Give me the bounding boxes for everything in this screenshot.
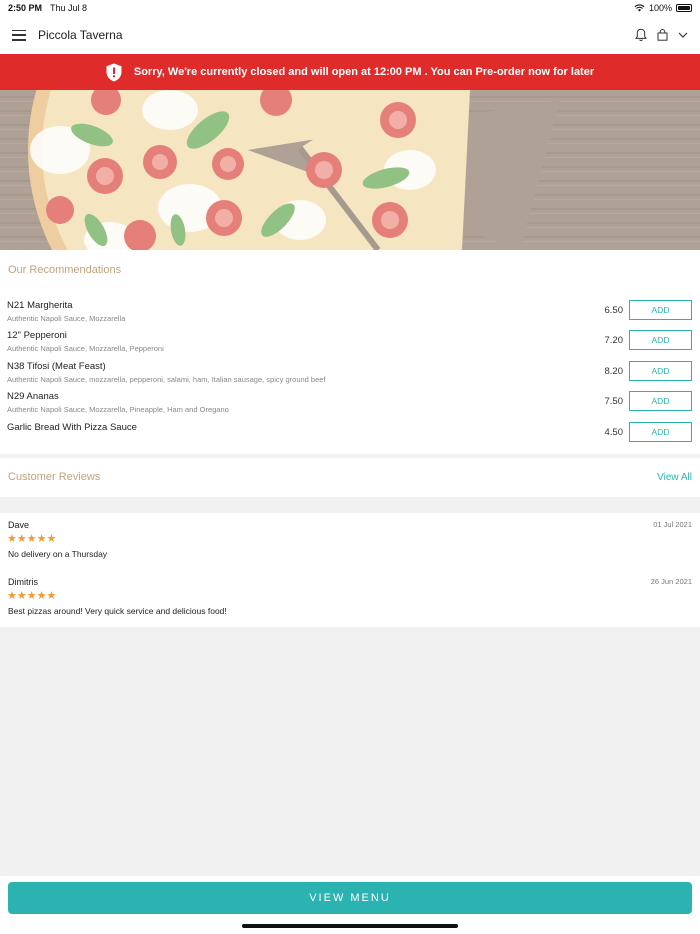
menu-item: N38 Tifosi (Meat Feast) Authentic Napoli… — [0, 361, 700, 391]
view-all-link[interactable]: View All — [657, 472, 692, 483]
reviews-title: Customer Reviews — [8, 471, 101, 483]
review-text: Best pizzas around! Very quick service a… — [8, 606, 227, 616]
menu-item-name: Garlic Bread With Pizza Sauce — [7, 422, 137, 433]
menu-item: 12" Pepperoni Authentic Napoli Sauce, Mo… — [0, 330, 700, 360]
home-indicator — [242, 924, 458, 928]
reviews-list: Dave 01 Jul 2021 ★★★★★ No delivery on a … — [0, 513, 700, 627]
add-button[interactable]: ADD — [629, 300, 692, 320]
header-actions — [635, 28, 688, 42]
footer: VIEW MENU — [0, 876, 700, 934]
hero-pizza-image — [0, 90, 700, 250]
review-date: 26 Jun 2021 — [650, 577, 692, 586]
status-bar: 2:50 PM Thu Jul 8 100% — [0, 0, 700, 16]
review-item: Dimitris 26 Jun 2021 ★★★★★ Best pizzas a… — [0, 570, 700, 620]
menu-item-price: 6.50 — [604, 305, 624, 316]
battery-icon — [676, 4, 692, 12]
menu-item-price: 7.20 — [604, 335, 624, 346]
add-button[interactable]: ADD — [629, 422, 692, 442]
menu-item-description: Authentic Napoli Sauce, Mozzarella — [7, 314, 126, 323]
add-button[interactable]: ADD — [629, 361, 692, 381]
hamburger-menu-icon[interactable] — [12, 29, 26, 41]
menu-item: N29 Ananas Authentic Napoli Sauce, Mozza… — [0, 391, 700, 421]
star-rating: ★★★★★ — [7, 533, 57, 545]
menu-item: Garlic Bread With Pizza Sauce 4.50 ADD — [0, 422, 700, 452]
review-item: Dave 01 Jul 2021 ★★★★★ No delivery on a … — [0, 513, 700, 563]
reviews-header: Customer Reviews View All — [0, 458, 700, 497]
review-text: No delivery on a Thursday — [8, 549, 108, 559]
review-author: Dave — [8, 520, 30, 530]
wifi-icon — [634, 4, 645, 12]
recommendations-title: Our Recommendations — [8, 264, 122, 276]
menu-item-description: Authentic Napoli Sauce, Mozzarella, Pine… — [7, 405, 229, 414]
menu-item-name: N29 Ananas — [7, 391, 59, 402]
review-author: Dimitris — [8, 577, 38, 587]
menu-item-description: Authentic Napoli Sauce, mozzarella, pepp… — [7, 375, 326, 384]
menu-item-name: 12" Pepperoni — [7, 330, 67, 341]
menu-item-price: 4.50 — [604, 427, 624, 438]
bell-icon[interactable] — [635, 28, 647, 42]
recommendations-section: Our Recommendations N21 Margherita Authe… — [0, 250, 700, 454]
chevron-down-icon[interactable] — [678, 31, 688, 39]
shield-alert-icon — [106, 63, 122, 81]
bag-icon[interactable] — [657, 29, 668, 41]
add-button[interactable]: ADD — [629, 330, 692, 350]
menu-item-name: N21 Margherita — [7, 300, 73, 311]
status-time: 2:50 PM — [8, 3, 43, 13]
menu-item-price: 7.50 — [604, 396, 624, 407]
closed-message: Sorry, We're currently closed and will o… — [133, 66, 595, 78]
menu-item-name: N38 Tifosi (Meat Feast) — [7, 361, 106, 372]
restaurant-title: Piccola Taverna — [38, 28, 123, 42]
view-menu-button[interactable]: VIEW MENU — [8, 882, 692, 914]
battery-percent: 100% — [648, 3, 672, 13]
menu-item-description: Authentic Napoli Sauce, Mozzarella, Pepp… — [7, 344, 164, 353]
top-bar: Piccola Taverna — [0, 16, 700, 54]
status-right: 100% — [634, 3, 692, 13]
star-rating: ★★★★★ — [7, 590, 57, 602]
status-date: Thu Jul 8 — [50, 3, 88, 13]
menu-item-price: 8.20 — [604, 366, 624, 377]
menu-item: N21 Margherita Authentic Napoli Sauce, M… — [0, 300, 700, 330]
closed-banner: Sorry, We're currently closed and will o… — [0, 54, 700, 90]
review-date: 01 Jul 2021 — [653, 520, 692, 529]
add-button[interactable]: ADD — [629, 391, 692, 411]
